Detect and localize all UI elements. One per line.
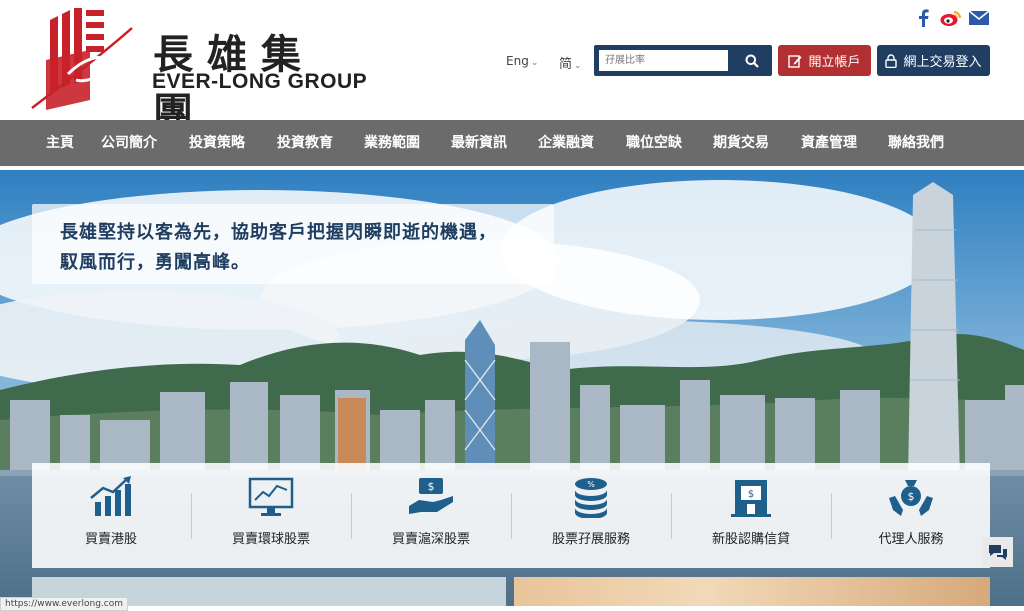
service-margin-financing[interactable]: % 股票孖展服務 — [516, 463, 666, 568]
nav-item-about[interactable]: 公司簡介 — [101, 120, 157, 166]
status-bar-url: https://www.everlong.com — [0, 597, 128, 611]
nav-item-business[interactable]: 業務範圍 — [364, 120, 420, 166]
open-account-label: 開立帳戶 — [808, 55, 861, 70]
social-links — [912, 8, 990, 28]
service-nominee[interactable]: $ 代理人服務 — [836, 463, 986, 568]
feature-panel-right[interactable] — [514, 577, 990, 606]
rising-chart-icon — [90, 476, 131, 516]
nav-item-strategy[interactable]: 投資策略 — [189, 120, 245, 166]
chat-icon — [989, 545, 1007, 560]
brand-name-en: EVER-LONG GROUP — [152, 70, 368, 93]
divider — [671, 493, 672, 539]
svg-text:%: % — [587, 480, 595, 489]
nav-item-asset-management[interactable]: 資產管理 — [801, 120, 857, 166]
lock-icon — [885, 53, 898, 68]
service-label: 代理人服務 — [878, 532, 944, 547]
language-english[interactable]: Eng ⌄ — [506, 54, 538, 68]
language-chinese-label: 简 — [559, 57, 573, 72]
search-box — [594, 45, 772, 76]
everlong-logo-mark-icon — [31, 8, 133, 110]
hand-cash-icon: $ — [409, 478, 453, 514]
service-label: 股票孖展服務 — [551, 532, 630, 547]
chevron-down-icon: ⌄ — [530, 58, 539, 68]
services-bar: 買賣港股 買賣環球股票 $ 買賣滬深股票 % 股票孖展服務 $ 新股認購信貸 $… — [32, 463, 990, 568]
nav-item-futures[interactable]: 期貨交易 — [713, 120, 769, 166]
chevron-down-icon: ⌄ — [574, 61, 582, 71]
main-navigation: 主頁 公司簡介 投資策略 投資教育 業務範圍 最新資訊 企業融資 職位空缺 期貨… — [0, 120, 1024, 166]
chat-button[interactable] — [983, 537, 1013, 567]
svg-text:$: $ — [908, 490, 915, 503]
nav-item-education[interactable]: 投資教育 — [277, 120, 333, 166]
money-bag-hands-icon: $ — [889, 480, 933, 516]
edit-form-icon — [788, 54, 802, 68]
service-label: 買賣港股 — [84, 532, 137, 547]
service-hk-stocks[interactable]: 買賣港股 — [36, 463, 186, 568]
monitor-chart-icon — [248, 477, 294, 516]
mail-icon[interactable] — [968, 8, 990, 28]
open-account-button[interactable]: 開立帳戶 — [778, 45, 871, 76]
search-input[interactable] — [599, 50, 728, 71]
service-global-stocks[interactable]: 買賣環球股票 — [196, 463, 346, 568]
divider — [191, 493, 192, 539]
brand-logo[interactable]: 長雄集團 EVER-LONG GROUP — [28, 8, 368, 136]
hero-section: 長雄堅持以客為先，協助客戶把握閃瞬即逝的機遇， 馭風而行，勇闖高峰。 買賣港股 … — [0, 170, 1024, 606]
service-ipo-financing[interactable]: $ 新股認購信貸 — [676, 463, 826, 568]
hero-banner: 長雄堅持以客為先，協助客戶把握閃瞬即逝的機遇， 馭風而行，勇闖高峰。 — [32, 204, 554, 284]
divider — [831, 493, 832, 539]
nav-item-corporate-finance[interactable]: 企業融資 — [538, 120, 594, 166]
search-icon — [745, 54, 759, 68]
nav-item-careers[interactable]: 職位空缺 — [626, 120, 682, 166]
nav-item-home[interactable]: 主頁 — [46, 120, 74, 166]
search-button[interactable] — [732, 45, 772, 76]
bank-building-icon: $ — [731, 480, 771, 517]
facebook-icon[interactable] — [912, 8, 934, 28]
language-english-label: Eng — [506, 54, 529, 68]
hero-line-2: 馭風而行，勇闖高峰。 — [60, 252, 250, 273]
coin-stack-icon: % — [575, 478, 607, 518]
service-shanghai-shenzhen-stocks[interactable]: $ 買賣滬深股票 — [356, 463, 506, 568]
svg-text:$: $ — [748, 489, 754, 500]
online-login-button[interactable]: 網上交易登入 — [877, 45, 990, 76]
language-chinese[interactable]: 简 ⌄ — [559, 53, 582, 72]
online-login-label: 網上交易登入 — [903, 55, 982, 70]
service-label: 買賣滬深股票 — [391, 532, 470, 547]
nav-item-news[interactable]: 最新資訊 — [451, 120, 507, 166]
site-header: 長雄集團 EVER-LONG GROUP Eng⌄ 简⌄ 開立帳戶 網上交易登入 — [0, 0, 1024, 136]
service-label: 新股認購信貸 — [711, 532, 790, 547]
divider — [351, 493, 352, 539]
svg-text:$: $ — [428, 480, 435, 493]
hero-line-1: 長雄堅持以客為先，協助客戶把握閃瞬即逝的機遇， — [60, 222, 497, 243]
divider — [511, 493, 512, 539]
nav-item-contact[interactable]: 聯絡我們 — [888, 120, 944, 166]
weibo-icon[interactable] — [940, 8, 962, 28]
service-label: 買賣環球股票 — [231, 532, 310, 547]
